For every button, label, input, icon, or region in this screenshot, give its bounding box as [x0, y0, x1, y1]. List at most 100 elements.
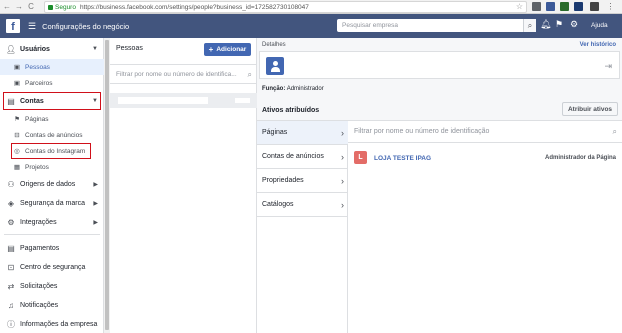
assigned-assets-title: Ativos atribuídos [262, 107, 320, 114]
chevron-right-icon: ▶ [93, 181, 98, 188]
sidebar-item-label: Contas de anúncios [25, 131, 83, 139]
ad-account-icon: ⊟ [14, 132, 20, 139]
sidebar-item-label: Usuários [20, 45, 50, 53]
requests-icon: ⇄ [7, 281, 15, 291]
search-icon: ⌕ [247, 70, 252, 79]
payments-icon: ▤ [7, 243, 15, 253]
facebook-logo-icon[interactable]: f [6, 19, 20, 33]
assign-assets-button[interactable]: Atribuir ativos [562, 102, 618, 116]
asset-filter-placeholder: Filtrar por nome ou número de identifica… [354, 128, 490, 135]
avatar [266, 57, 284, 75]
sidebar-item-pessoas[interactable]: ▣ Pessoas [0, 59, 104, 75]
gear-icon[interactable]: ⚙ [570, 19, 578, 30]
secure-label: Seguro [55, 3, 76, 11]
people-filter-input[interactable]: Filtrar por nome ou número de identifica… [110, 64, 257, 84]
view-history-link[interactable]: Ver histórico [580, 42, 616, 48]
extension-icon[interactable] [574, 2, 583, 11]
search-icon: ⌕ [612, 127, 617, 136]
asset-type-contas-anuncios[interactable]: Contas de anúncios › [257, 145, 348, 169]
sidebar-item-label: Origens de dados [20, 180, 76, 188]
page-role: Administrador da Página [544, 155, 616, 161]
forward-icon[interactable]: → [14, 1, 24, 13]
details-panel: Detalhes Ver histórico ⇥ Função: Adminis… [257, 38, 622, 333]
people-panel: Pessoas + Adicionar Filtrar por nome ou … [110, 38, 257, 333]
role-label: Função: [262, 86, 286, 92]
chevron-down-icon: ▼ [92, 46, 98, 52]
person-list-item[interactable] [110, 93, 257, 108]
sidebar-item-info-empresa[interactable]: ⓘ Informações da empresa [0, 315, 104, 333]
projects-icon: ▦ [13, 164, 21, 171]
details-label: Detalhes [262, 42, 286, 48]
browser-toolbar: ← → C Seguro https://business.facebook.c… [0, 0, 622, 14]
sidebar-item-pagamentos[interactable]: ▤ Pagamentos [0, 239, 104, 257]
person-icon: ▣ [13, 64, 21, 71]
plus-icon: + [208, 45, 214, 54]
notifications-bell-icon[interactable]: 🔔︎ [540, 19, 551, 30]
search-icon[interactable]: ⌕ [523, 19, 536, 32]
sidebar-item-label: Informações da empresa [20, 320, 98, 328]
hamburger-menu-icon[interactable]: ☰ [28, 21, 36, 32]
partners-icon: ▣ [13, 80, 21, 87]
role-value: Administrador [286, 86, 324, 92]
search-placeholder: Pesquisar empresa [342, 22, 398, 29]
redacted-tag [235, 98, 250, 103]
sidebar-item-label: Solicitações [20, 282, 58, 290]
sidebar-item-label: Páginas [25, 115, 49, 123]
address-bar[interactable]: Seguro https://business.facebook.com/set… [44, 1, 527, 13]
sidebar-item-label: Centro de segurança [20, 263, 86, 271]
sidebar-item-centro-seguranca[interactable]: ⊡ Centro de segurança [0, 258, 104, 276]
data-sources-icon: ⚇ [7, 179, 15, 189]
redacted-name [118, 97, 208, 104]
lock-icon: ⊡ [7, 262, 15, 272]
sidebar-item-usuarios[interactable]: 👤︎ Usuários ▼ [0, 40, 104, 58]
browser-menu-icon[interactable]: ⋮ [606, 2, 615, 11]
sidebar-item-integracoes[interactable]: ⚙ Integrações ▶ [0, 213, 104, 231]
asset-type-label: Páginas [262, 129, 288, 136]
business-search-input[interactable]: Pesquisar empresa ⌕ [337, 19, 536, 32]
chevron-right-icon: ▶ [93, 219, 98, 226]
remove-person-icon[interactable]: ⇥ [604, 61, 612, 72]
sidebar-item-label: Integrações [20, 218, 57, 226]
extension-icon[interactable] [532, 2, 541, 11]
asset-filter-input[interactable]: Filtrar por nome ou número de identifica… [348, 121, 622, 143]
chevron-right-icon: ▶ [93, 200, 98, 207]
extension-icon[interactable] [560, 2, 569, 11]
chevron-right-icon: › [341, 151, 344, 162]
sidebar-item-parceiros[interactable]: ▣ Parceiros [0, 75, 104, 91]
sidebar-item-label: Parceiros [25, 79, 53, 87]
asset-type-label: Propriedades [262, 177, 304, 184]
bookmark-star-icon[interactable]: ☆ [516, 2, 523, 11]
app-title: Configurações do negócio [42, 21, 130, 31]
add-person-button[interactable]: + Adicionar [204, 43, 251, 56]
highlight-box [3, 92, 101, 110]
back-icon[interactable]: ← [2, 1, 12, 13]
asset-type-label: Catálogos [262, 201, 294, 208]
settings-sidebar: 👤︎ Usuários ▼ ▣ Pessoas ▣ Parceiros ▤ Co… [0, 38, 104, 333]
chevron-right-icon: › [341, 199, 344, 210]
highlight-box [11, 143, 91, 159]
asset-type-catalogos[interactable]: Catálogos › [257, 193, 348, 217]
info-icon: ⓘ [7, 319, 15, 329]
page-name[interactable]: LOJA TESTE IPAG [374, 155, 431, 162]
extension-icon[interactable] [546, 2, 555, 11]
extension-icon[interactable] [590, 2, 599, 11]
table-row[interactable]: L LOJA TESTE IPAG Administrador da Págin… [348, 143, 622, 171]
asset-type-paginas[interactable]: Páginas › [257, 121, 348, 145]
flag-icon[interactable]: ⚑ [555, 19, 563, 30]
person-profile-card: ⇥ [259, 51, 620, 79]
sidebar-item-seguranca-marca[interactable]: ◈ Segurança da marca ▶ [0, 194, 104, 212]
asset-type-list: Páginas › Contas de anúncios › Proprieda… [257, 120, 348, 333]
add-button-label: Adicionar [216, 46, 247, 53]
asset-type-propriedades[interactable]: Propriedades › [257, 169, 348, 193]
sidebar-item-projetos[interactable]: ▦ Projetos [0, 159, 104, 175]
reload-icon[interactable]: C [26, 1, 36, 13]
chevron-right-icon: › [341, 127, 344, 138]
sidebar-item-contas-anuncios[interactable]: ⊟ Contas de anúncios [0, 127, 104, 143]
sidebar-item-origens[interactable]: ⚇ Origens de dados ▶ [0, 175, 104, 193]
sidebar-item-notificacoes[interactable]: ♫ Notificações [0, 296, 104, 314]
sidebar-item-paginas[interactable]: ⚑ Páginas [0, 111, 104, 127]
sidebar-item-solicitacoes[interactable]: ⇄ Solicitações [0, 277, 104, 295]
sidebar-scrollbar-thumb[interactable] [105, 40, 109, 330]
help-link[interactable]: Ajuda [591, 22, 608, 29]
url-text[interactable]: https://business.facebook.com/settings/p… [80, 4, 309, 11]
